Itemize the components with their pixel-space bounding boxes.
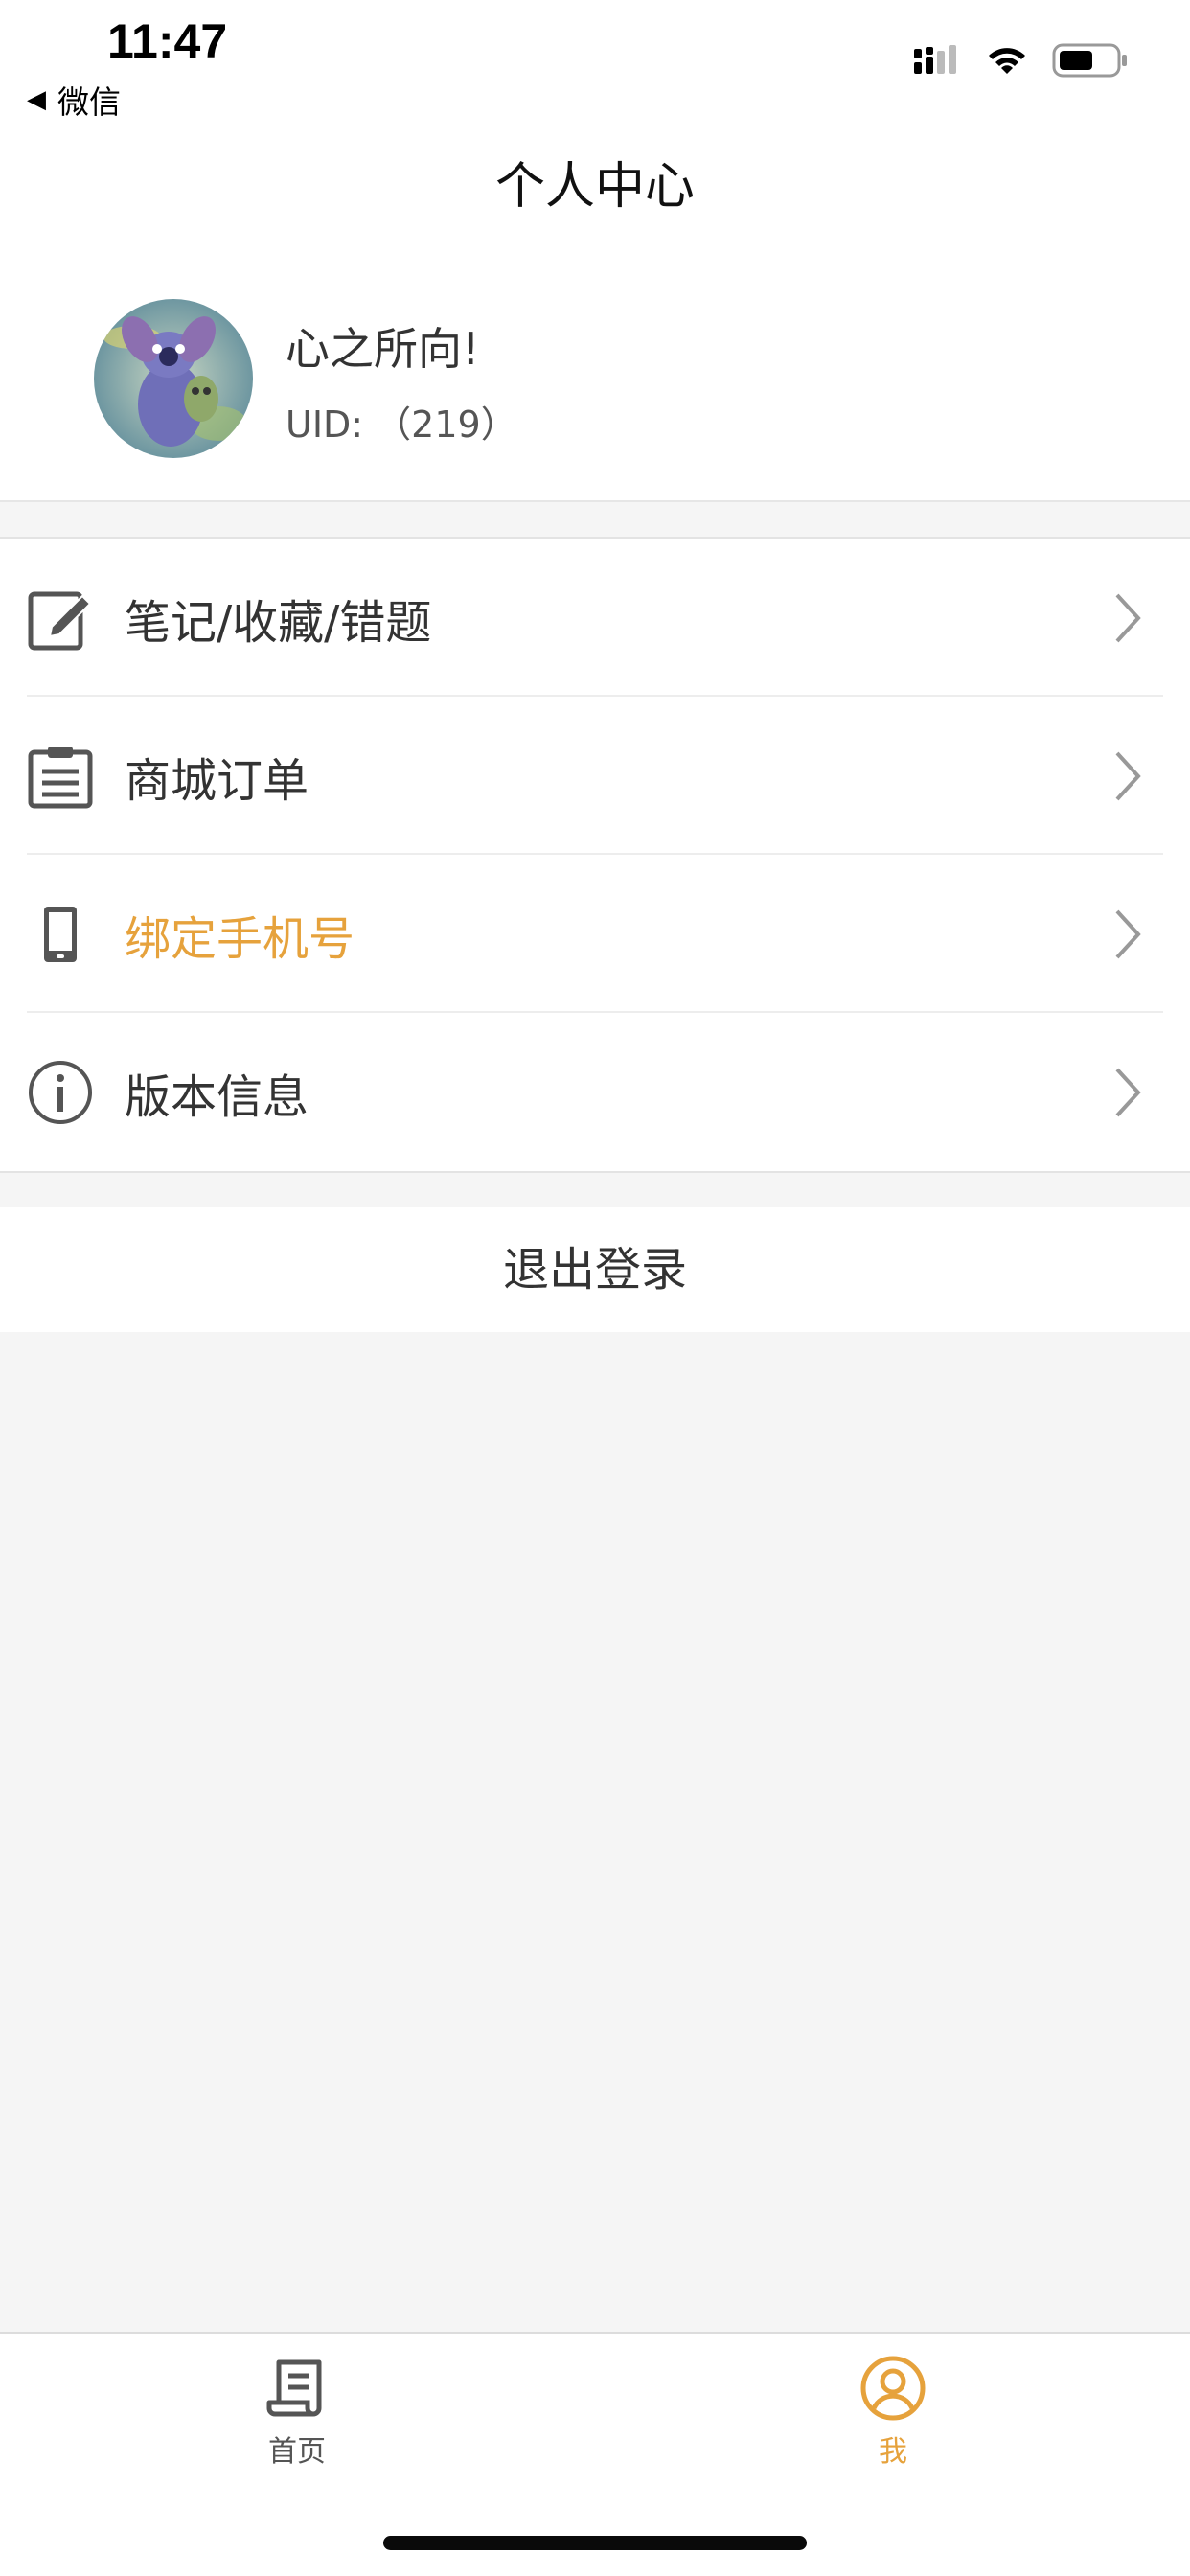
back-arrow-icon: ◀ bbox=[27, 85, 46, 114]
menu-label-orders: 商城订单 bbox=[125, 753, 309, 808]
menu-list: 笔记/收藏/错题 商城订单 绑定手机号 版本信息 bbox=[0, 537, 1190, 1173]
battery-icon bbox=[1052, 43, 1127, 78]
chevron-right-icon bbox=[1115, 751, 1141, 800]
chevron-right-icon bbox=[1115, 1068, 1141, 1116]
status-bar: 11:47 ◀ 微信 bbox=[0, 0, 1190, 134]
info-icon bbox=[29, 1060, 92, 1124]
tab-home-label: 首页 bbox=[268, 2435, 326, 2469]
menu-item-notes[interactable]: 笔记/收藏/错题 bbox=[0, 539, 1190, 697]
menu-label-bind-phone: 绑定手机号 bbox=[125, 911, 355, 966]
avatar[interactable] bbox=[94, 299, 253, 458]
avatar-image bbox=[94, 299, 253, 458]
tab-me-label: 我 bbox=[879, 2435, 907, 2469]
chevron-right-icon bbox=[1115, 909, 1141, 958]
tab-home[interactable]: 首页 bbox=[201, 2355, 393, 2470]
tab-me[interactable]: 我 bbox=[797, 2355, 989, 2470]
logout-label: 退出登录 bbox=[502, 1243, 687, 1297]
back-label: 微信 bbox=[57, 83, 121, 121]
edit-icon bbox=[28, 591, 92, 650]
page-header: 个人中心 bbox=[0, 134, 1190, 249]
menu-item-orders[interactable]: 商城订单 bbox=[0, 697, 1190, 855]
user-uid: UID: （219） bbox=[286, 403, 517, 446]
logout-button[interactable]: 退出登录 bbox=[0, 1208, 1190, 1332]
back-to-wechat-button[interactable]: ◀ 微信 bbox=[27, 77, 121, 123]
status-time: 11:47 bbox=[107, 14, 228, 68]
nickname: 心之所向! bbox=[286, 323, 480, 375]
user-circle-icon bbox=[860, 2356, 926, 2421]
menu-label-version: 版本信息 bbox=[125, 1070, 309, 1124]
status-icons bbox=[912, 42, 1129, 79]
signal-icon bbox=[914, 45, 956, 74]
menu-label-notes: 笔记/收藏/错题 bbox=[125, 595, 432, 650]
document-icon bbox=[266, 2359, 322, 2417]
menu-item-bind-phone[interactable]: 绑定手机号 bbox=[0, 855, 1190, 1013]
phone-icon bbox=[44, 906, 77, 962]
menu-item-version[interactable]: 版本信息 bbox=[0, 1013, 1190, 1171]
page-title: 个人中心 bbox=[494, 158, 695, 216]
profile-card: 心之所向! UID: （219） bbox=[0, 249, 1190, 502]
wifi-icon bbox=[989, 48, 1025, 74]
home-indicator bbox=[383, 2536, 807, 2550]
clipboard-icon bbox=[28, 746, 93, 808]
chevron-right-icon bbox=[1115, 593, 1141, 642]
